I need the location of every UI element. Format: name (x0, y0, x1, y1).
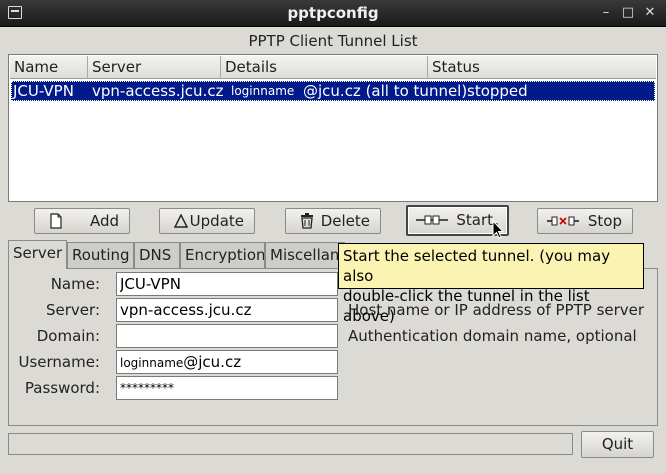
domain-field[interactable] (116, 324, 338, 348)
maximize-button[interactable]: □ (618, 3, 638, 23)
update-button[interactable]: Update (159, 208, 255, 234)
tab-dns[interactable]: DNS (134, 242, 180, 268)
new-document-icon (45, 209, 67, 233)
delete-button[interactable]: Delete (285, 208, 381, 234)
password-field[interactable] (116, 376, 338, 400)
tab-encryption[interactable]: Encryption (180, 242, 265, 268)
column-header-details[interactable]: Details (221, 56, 428, 79)
start-tooltip: Start the selected tunnel. (you may also… (338, 243, 644, 325)
tooltip-line-1: Start the selected tunnel. (you may also (343, 247, 611, 285)
delete-button-label: Delete (320, 212, 370, 230)
trash-icon (296, 209, 318, 233)
name-label: Name: (50, 275, 100, 293)
add-button-label: Add (89, 212, 119, 230)
title-bar[interactable]: pptpconfig – □ ✕ (0, 0, 666, 27)
tunnel-list-header: Name Server Details Status (10, 56, 656, 79)
tab-server[interactable]: Server (8, 240, 67, 269)
window-title: pptpconfig (287, 4, 379, 22)
minimize-button[interactable]: – (596, 3, 616, 23)
server-label: Server: (46, 301, 100, 319)
username-field[interactable]: loginname@jcu.cz (116, 350, 338, 374)
pptpconfig-window: pptpconfig – □ ✕ PPTP Client Tunnel List… (0, 0, 666, 474)
tab-miscellaneous[interactable]: Miscellane (265, 242, 345, 268)
status-bar (8, 433, 573, 455)
tab-routing[interactable]: Routing (67, 242, 134, 268)
username-label: Username: (18, 353, 100, 371)
add-button[interactable]: Add (34, 208, 130, 234)
mouse-pointer-icon (492, 220, 505, 239)
update-button-label: Update (189, 212, 244, 230)
close-button[interactable]: ✕ (640, 3, 660, 23)
password-label: Password: (24, 379, 100, 397)
quit-button[interactable]: Quit (581, 431, 654, 458)
username-value-domain: @jcu.cz (183, 353, 242, 371)
username-value-user: loginname (120, 356, 184, 370)
column-header-status[interactable]: Status (428, 56, 656, 79)
tunnel-list[interactable]: Name Server Details Status JCU-VPN vpn-a… (8, 54, 658, 202)
plug-connect-icon (415, 207, 449, 234)
stop-button[interactable]: Stop (537, 208, 633, 234)
tunnel-status-cell: stopped (467, 82, 528, 100)
domain-label: Domain: (36, 327, 100, 345)
start-button-label: Start (456, 211, 493, 229)
plug-disconnect-icon (546, 209, 580, 233)
tunnel-server-cell: vpn-access.jcu.cz (92, 82, 224, 100)
tunnel-details-cell: @jcu.cz (all to tunnel) (303, 82, 468, 100)
column-header-name[interactable]: Name (10, 56, 88, 79)
server-field[interactable] (116, 298, 338, 322)
name-field[interactable] (116, 272, 338, 296)
tunnel-row[interactable]: JCU-VPN vpn-access.jcu.cz loginname @jcu… (11, 81, 655, 101)
domain-hint: Authentication domain name, optional (348, 327, 637, 345)
tunnel-name-cell: JCU-VPN (13, 82, 74, 100)
stop-button-label: Stop (587, 212, 622, 230)
column-header-server[interactable]: Server (88, 56, 221, 79)
tunnel-list-title: PPTP Client Tunnel List (248, 32, 418, 50)
tunnel-details-user-cell: loginname (231, 84, 295, 98)
tooltip-line-2: double-click the tunnel in the list abov… (343, 287, 590, 325)
